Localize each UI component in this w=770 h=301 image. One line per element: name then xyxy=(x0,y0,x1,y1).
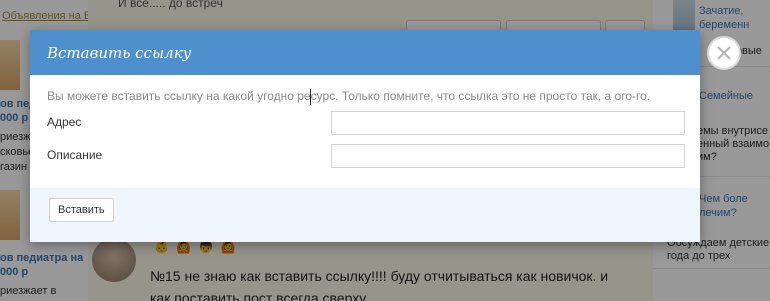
description-label: Описание xyxy=(47,148,103,162)
dialog-title: Вставить ссылку xyxy=(47,43,192,62)
address-row: Адрес xyxy=(47,111,685,135)
insert-link-dialog: Вставить ссылку Вы можете вставить ссылк… xyxy=(30,30,700,242)
address-input[interactable] xyxy=(331,111,685,135)
dialog-header: Вставить ссылку xyxy=(30,30,700,75)
address-label: Адрес xyxy=(47,115,82,129)
text-cursor xyxy=(310,89,311,105)
dialog-footer: Вставить xyxy=(30,188,700,242)
description-input[interactable] xyxy=(331,144,685,168)
description-row: Описание xyxy=(47,144,685,168)
dialog-hint: Вы можете вставить ссылку на какой угодн… xyxy=(47,89,651,103)
close-button[interactable] xyxy=(707,36,741,70)
insert-button[interactable]: Вставить xyxy=(49,198,114,222)
close-icon xyxy=(717,46,731,60)
dialog-body: Вы можете вставить ссылку на какой угодн… xyxy=(30,75,700,188)
